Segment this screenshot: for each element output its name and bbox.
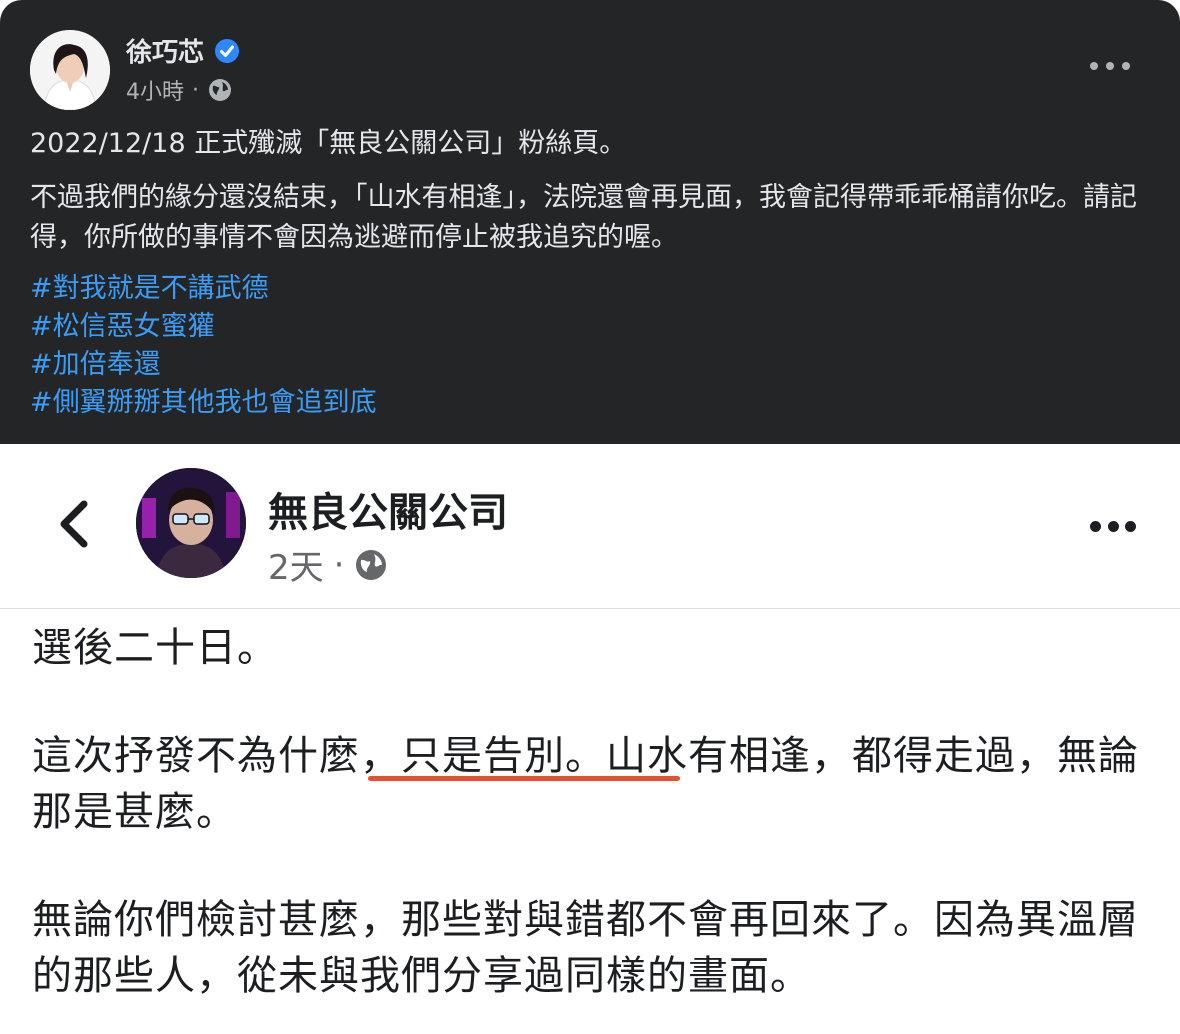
author-name-row: 徐巧芯 (126, 32, 240, 69)
embedded-paragraph-1: 選後二十日。 (32, 625, 278, 671)
page-meta: 2天 · (268, 540, 388, 589)
post-time[interactable]: 4小時 (126, 74, 184, 106)
author-avatar-image (30, 30, 110, 110)
embedded-paragraph-2: 這次抒發不為什麼，只是告別。山水有相逢，都得走過，無論那是甚麼。 (32, 733, 1139, 835)
chevron-left-icon[interactable] (52, 496, 98, 552)
hashtag-list: #對我就是不講武德 #松信惡女蜜獾 #加倍奉還 #側翼掰掰其他我也會追到底 (30, 270, 377, 422)
more-options-icon (1106, 62, 1114, 70)
author-name[interactable]: 徐巧芯 (126, 32, 204, 69)
meta-separator: · (333, 544, 345, 585)
page-post-time[interactable]: 2天 (268, 540, 324, 589)
verified-badge-icon (214, 38, 240, 64)
post-meta: 4小時 · (126, 74, 233, 106)
hashtag-link[interactable]: #加倍奉還 (30, 346, 377, 384)
more-options-icon (1107, 520, 1119, 532)
more-options-icon (1125, 520, 1136, 532)
globe-icon (354, 548, 388, 582)
hashtag-link[interactable]: #對我就是不講武德 (30, 270, 377, 308)
author-avatar[interactable] (30, 30, 110, 110)
post-line-2: 不過我們的緣分還沒結束，「山水有相逢」，法院還會再見面，我會記得帶乖乖桶請你吃。… (30, 182, 1137, 253)
more-options-icon (1122, 62, 1130, 70)
globe-icon (207, 77, 233, 103)
more-options-button[interactable] (1090, 516, 1136, 536)
more-options-icon (1090, 62, 1098, 70)
red-underline-annotation (368, 776, 680, 781)
embedded-paragraph-3: 無論你們檢討甚麼，那些對與錯都不會再回來了。因為異溫層的那些人，從未與我們分享過… (32, 897, 1139, 999)
page-name[interactable]: 無良公關公司 (268, 480, 508, 538)
page-avatar-image (136, 468, 246, 578)
post-line-1: 2022/12/18 正式殲滅「無良公關公司」粉絲頁。 (30, 128, 627, 159)
divider (0, 608, 1180, 609)
embedded-screenshot: 無良公關公司 2天 · 選後二十日。 這次抒發不為什麼，只是告別。山水有相逢，都… (0, 444, 1180, 1034)
top-post: 徐巧芯 4小時 · 2022/12/18 正式殲滅「無良公關公司」粉絲頁。 不過… (0, 0, 1180, 444)
more-options-icon (1090, 520, 1101, 532)
more-options-button[interactable] (1090, 52, 1130, 80)
hashtag-link[interactable]: #側翼掰掰其他我也會追到底 (30, 384, 377, 422)
page-avatar[interactable] (136, 468, 246, 578)
hashtag-link[interactable]: #松信惡女蜜獾 (30, 308, 377, 346)
meta-separator: · (192, 77, 199, 103)
